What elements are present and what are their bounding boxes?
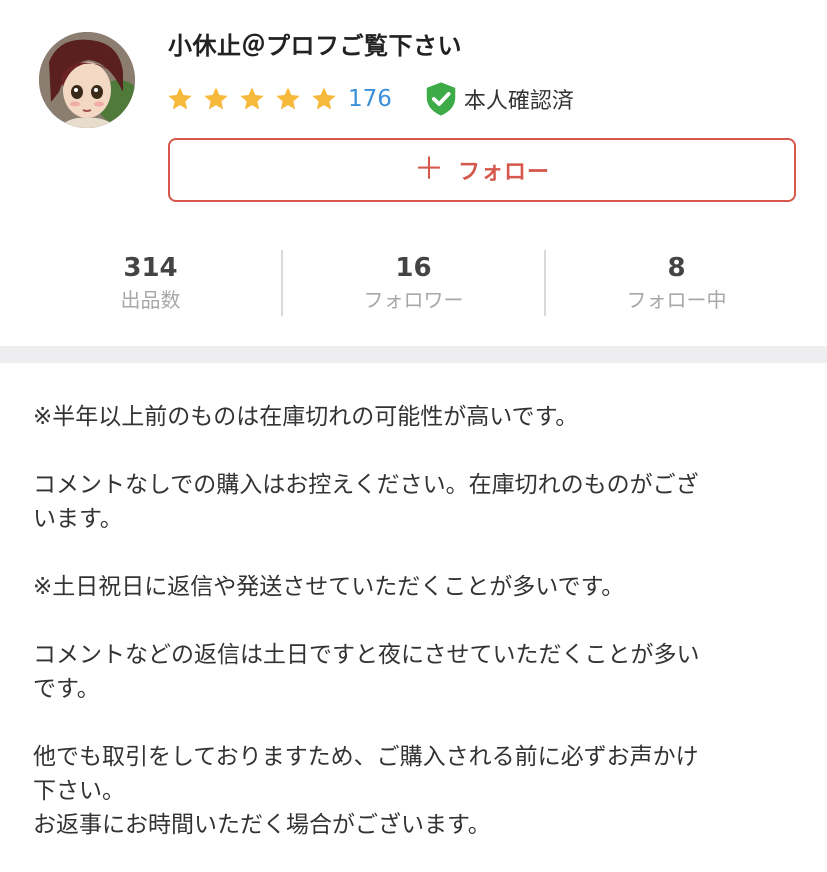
profile-bio: ※半年以上前のものは在庫切れの可能性が高いです。 コメントなしでの購入はお控えく… [33, 400, 803, 842]
avatar[interactable] [39, 32, 135, 128]
username: 小休止＠プロフご覧下さい [168, 32, 462, 60]
section-divider [0, 346, 827, 363]
bio-line: コメントなどの返信は土日ですと夜にさせていただくことが多い [33, 642, 700, 668]
star-icon [312, 87, 336, 110]
follow-button-label: フォロー [457, 160, 550, 185]
review-count[interactable]: 176 [348, 86, 392, 112]
star-icon [168, 87, 192, 110]
star-icon [276, 87, 300, 110]
verified-label: 本人確認済 [463, 89, 574, 114]
bio-line: います。 [33, 506, 123, 532]
plus-icon: ＋ [413, 152, 444, 187]
stat-listings[interactable]: 314 出品数 [20, 248, 281, 318]
stat-label: 出品数 [120, 288, 181, 312]
star-icon [204, 87, 228, 110]
verified-shield-icon [426, 82, 456, 116]
bio-line: 他でも取引をしておりますため、ご購入される前に必ずお声かけ [33, 744, 699, 770]
stat-label: フォロワー [363, 288, 464, 312]
bio-line: お返事にお時間いただく場合がございます。 [33, 812, 491, 838]
follow-button[interactable]: ＋ フォロー [168, 138, 796, 202]
stat-following[interactable]: 8 フォロー中 [546, 248, 807, 318]
avatar-image [39, 32, 135, 128]
profile-page: 小休止＠プロフご覧下さい 176 本人確認済 ＋ フォロー 314 出品数 16… [0, 0, 827, 872]
stat-label: フォロー中 [626, 288, 727, 312]
star-icon [240, 87, 264, 110]
rating-row[interactable]: 176 本人確認済 [166, 80, 574, 118]
verified-badge: 本人確認済 [422, 80, 574, 118]
bio-line: です。 [33, 676, 100, 702]
bio-line: ※土日祝日に返信や発送させていただくことが多いです。 [33, 574, 625, 600]
stat-followers[interactable]: 16 フォロワー [283, 248, 544, 318]
star-rating [166, 85, 346, 113]
stats-bar: 314 出品数 16 フォロワー 8 フォロー中 [20, 248, 807, 318]
bio-line: ※半年以上前のものは在庫切れの可能性が高いです。 [33, 404, 579, 430]
stat-value: 314 [123, 253, 178, 283]
bio-line: コメントなしでの購入はお控えください。在庫切れのものがござ [33, 472, 699, 498]
stat-value: 8 [667, 253, 686, 283]
stat-value: 16 [395, 253, 432, 283]
bio-line: 下さい。 [33, 778, 125, 804]
